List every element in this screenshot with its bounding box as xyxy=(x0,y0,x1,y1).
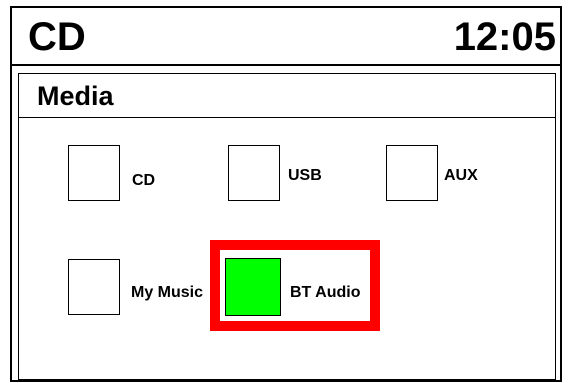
source-label-bt-audio: BT Audio xyxy=(290,284,361,301)
source-label-usb: USB xyxy=(288,167,322,184)
my-music-icon[interactable] xyxy=(68,259,120,315)
panel-title: Media xyxy=(37,81,114,111)
bt-audio-icon[interactable] xyxy=(225,258,281,316)
clock: 12:05 xyxy=(453,15,556,59)
cd-icon[interactable] xyxy=(68,145,120,201)
status-bar: CD 12:05 xyxy=(12,8,560,66)
source-label-aux: AUX xyxy=(444,167,478,184)
usb-icon[interactable] xyxy=(228,145,280,201)
source-label-my-music: My Music xyxy=(131,284,204,301)
source-label-cd: CD xyxy=(132,172,156,189)
panel-header: Media xyxy=(19,74,555,118)
aux-icon[interactable] xyxy=(386,145,438,201)
current-source: CD xyxy=(28,15,86,59)
media-panel: Media xyxy=(18,73,556,380)
